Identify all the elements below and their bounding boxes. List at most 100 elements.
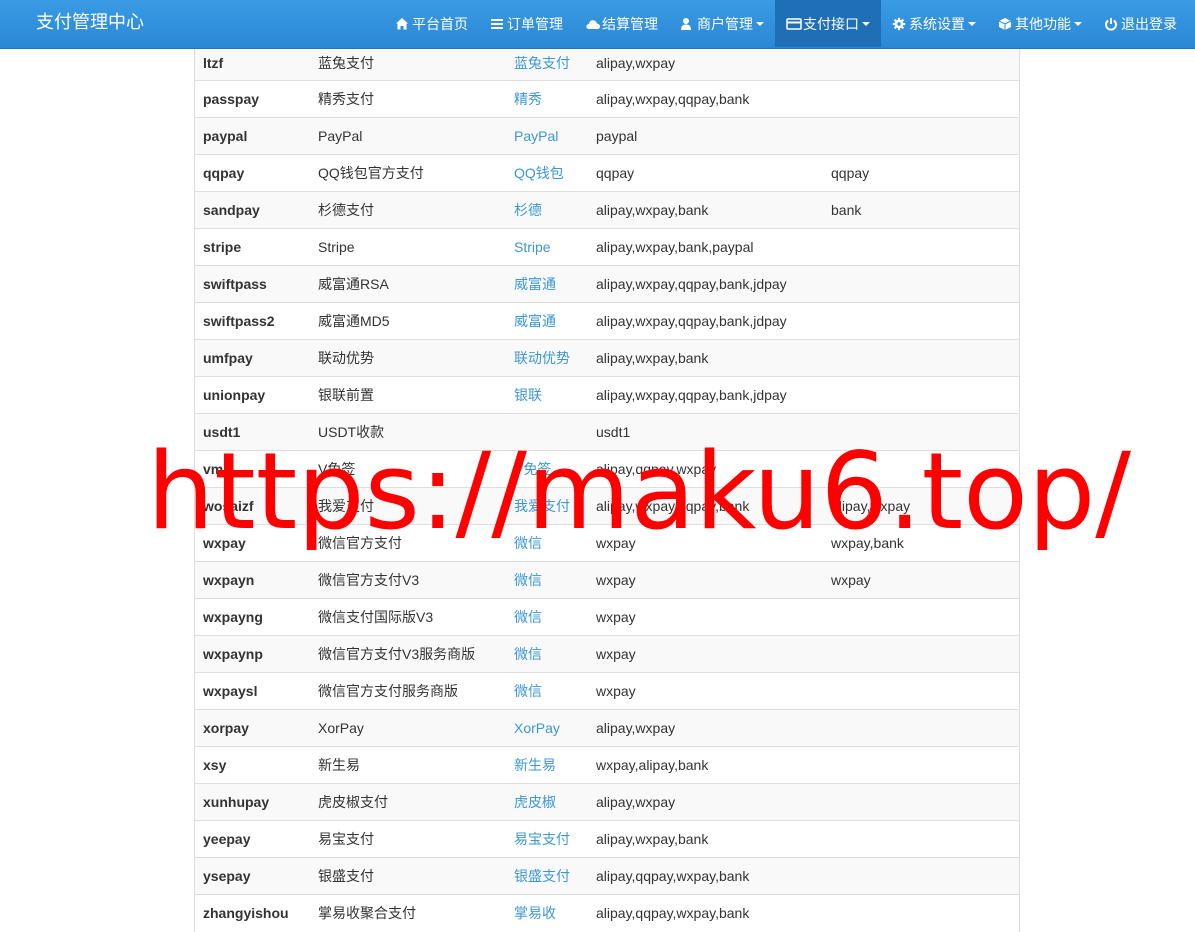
brand-title[interactable]: 支付管理中心 [36, 0, 144, 46]
plugin-code-cell: wxpaysl [195, 672, 310, 710]
plugin-link-cell: 我爱支付 [506, 487, 588, 525]
plugin-types-cell: qqpay [588, 154, 823, 192]
nav-item-home[interactable]: 平台首页 [384, 0, 479, 47]
plugin-code-cell: umfpay [195, 339, 310, 377]
plugin-name-cell: 蓝兔支付 [310, 44, 506, 81]
plugin-code-cell: wosaizf [195, 487, 310, 525]
power-icon [1104, 17, 1118, 31]
nav-item-cube[interactable]: 其他功能 [987, 0, 1093, 47]
plugin-name-cell: 威富通MD5 [310, 302, 506, 340]
plugin-name-cell: 银联前置 [310, 376, 506, 414]
plugin-transfer-cell [823, 820, 1019, 858]
plugin-website-link[interactable]: 杉德 [514, 202, 542, 218]
plugin-website-link[interactable]: 微信 [514, 609, 542, 625]
plugin-website-link[interactable]: 易宝支付 [514, 831, 570, 847]
plugin-website-link[interactable]: 掌易收 [514, 905, 556, 921]
plugin-types-cell: alipay,qqpay,wxpay,bank [588, 857, 823, 895]
plugin-website-link[interactable]: V免签 [514, 461, 551, 477]
plugin-name-cell: 精秀支付 [310, 80, 506, 118]
plugin-name-cell: USDT收款 [310, 413, 506, 451]
plugin-website-link[interactable]: 微信 [514, 646, 542, 662]
user-icon [680, 17, 694, 31]
caret-down-icon [756, 21, 764, 26]
plugin-transfer-cell [823, 339, 1019, 377]
nav-item-list[interactable]: 订单管理 [479, 0, 574, 47]
plugin-code-cell: stripe [195, 228, 310, 266]
table-row: ysepay 银盛支付 银盛支付 alipay,qqpay,wxpay,bank [195, 857, 1019, 895]
plugin-name-cell: 微信官方支付V3服务商版 [310, 635, 506, 673]
gear-icon [892, 17, 906, 31]
plugin-code-cell: unionpay [195, 376, 310, 414]
plugin-types-cell: wxpay [588, 635, 823, 673]
plugin-name-cell: 易宝支付 [310, 820, 506, 858]
nav-item-label: 其他功能 [1015, 15, 1071, 32]
table-row: usdt1 USDT收款 usdt1 [195, 413, 1019, 451]
plugin-website-link[interactable]: 微信 [514, 683, 542, 699]
caret-down-icon [968, 21, 976, 26]
plugin-code-cell: yeepay [195, 820, 310, 858]
plugin-link-cell: QQ钱包 [506, 154, 588, 192]
plugin-website-link[interactable]: 微信 [514, 572, 542, 588]
plugin-transfer-cell: alipay,wxpay [823, 487, 1019, 525]
plugin-link-cell: 虎皮椒 [506, 783, 588, 821]
plugin-link-cell: 掌易收 [506, 894, 588, 932]
nav-item-cloud[interactable]: 结算管理 [574, 0, 669, 47]
plugin-types-cell: wxpay [588, 561, 823, 599]
plugin-name-cell: Stripe [310, 228, 506, 266]
plugin-table-container: ltzf 蓝兔支付 蓝兔支付 alipay,wxpay passpay 精秀支付 精秀 ali… [194, 44, 1020, 932]
plugin-website-link[interactable]: 新生易 [514, 757, 556, 773]
plugin-code-cell: ysepay [195, 857, 310, 895]
plugin-types-cell: paypal [588, 117, 823, 155]
plugin-types-cell: alipay,wxpay,qqpay,bank [588, 80, 823, 118]
plugin-code-cell: xsy [195, 746, 310, 784]
plugin-types-cell: alipay,wxpay,qqpay,bank,jdpay [588, 265, 823, 303]
plugin-transfer-cell [823, 80, 1019, 118]
table-row: umfpay 联动优势 联动优势 alipay,wxpay,bank [195, 339, 1019, 377]
plugin-types-cell: alipay,wxpay,bank [588, 820, 823, 858]
table-row: wxpayng 微信支付国际版V3 微信 wxpay [195, 598, 1019, 636]
plugin-name-cell: QQ钱包官方支付 [310, 154, 506, 192]
plugin-transfer-cell [823, 783, 1019, 821]
table-row: swiftpass 威富通RSA 威富通 alipay,wxpay,qqpay,ban… [195, 265, 1019, 303]
plugin-website-link[interactable]: 银盛支付 [514, 868, 570, 884]
plugin-website-link[interactable]: 联动优势 [514, 350, 570, 366]
home-icon [395, 17, 409, 31]
table-row: xsy 新生易 新生易 wxpay,alipay,bank [195, 746, 1019, 784]
nav-item-label: 平台首页 [412, 15, 468, 32]
plugin-website-link[interactable]: Stripe [514, 239, 551, 255]
nav-item-user[interactable]: 商户管理 [669, 0, 775, 47]
nav-item-gear[interactable]: 系统设置 [881, 0, 987, 47]
plugin-website-link[interactable]: 虎皮椒 [514, 794, 556, 810]
credit-card-icon [786, 17, 802, 31]
plugin-transfer-cell [823, 265, 1019, 303]
plugin-link-cell: 威富通 [506, 302, 588, 340]
plugin-website-link[interactable]: 威富通 [514, 313, 556, 329]
table-row: wxpaynp 微信官方支付V3服务商版 微信 wxpay [195, 635, 1019, 673]
plugin-transfer-cell [823, 709, 1019, 747]
plugin-name-cell: PayPal [310, 117, 506, 155]
plugin-website-link[interactable]: QQ钱包 [514, 165, 564, 181]
plugin-website-link[interactable]: 银联 [514, 387, 542, 403]
plugin-transfer-cell [823, 635, 1019, 673]
table-row: ltzf 蓝兔支付 蓝兔支付 alipay,wxpay [195, 44, 1019, 81]
plugin-website-link[interactable]: 威富通 [514, 276, 556, 292]
nav-item-label: 支付接口 [803, 15, 859, 32]
plugin-website-link[interactable]: XorPay [514, 720, 560, 736]
nav-item-power[interactable]: 退出登录 [1093, 0, 1188, 47]
plugin-transfer-cell [823, 857, 1019, 895]
nav-item-credit-card[interactable]: 支付接口 [775, 0, 881, 47]
table-row: wosaizf 我爱支付 我爱支付 alipay,wxpay,qqpay,bank al… [195, 487, 1019, 525]
plugin-website-link[interactable]: PayPal [514, 128, 558, 144]
table-row: zhangyishou 掌易收聚合支付 掌易收 alipay,qqpay,wxpay,… [195, 894, 1019, 932]
plugin-transfer-cell: wxpay [823, 561, 1019, 599]
plugin-website-link[interactable]: 蓝兔支付 [514, 55, 570, 71]
plugin-types-cell: alipay,wxpay,qqpay,bank,jdpay [588, 302, 823, 340]
plugin-transfer-cell [823, 302, 1019, 340]
plugin-types-cell: alipay,wxpay [588, 783, 823, 821]
plugin-types-cell: alipay,wxpay,bank [588, 339, 823, 377]
plugin-types-cell: wxpay,alipay,bank [588, 746, 823, 784]
plugin-website-link[interactable]: 微信 [514, 535, 542, 551]
plugin-website-link[interactable]: 我爱支付 [514, 498, 570, 514]
plugin-name-cell: XorPay [310, 709, 506, 747]
plugin-website-link[interactable]: 精秀 [514, 91, 542, 107]
